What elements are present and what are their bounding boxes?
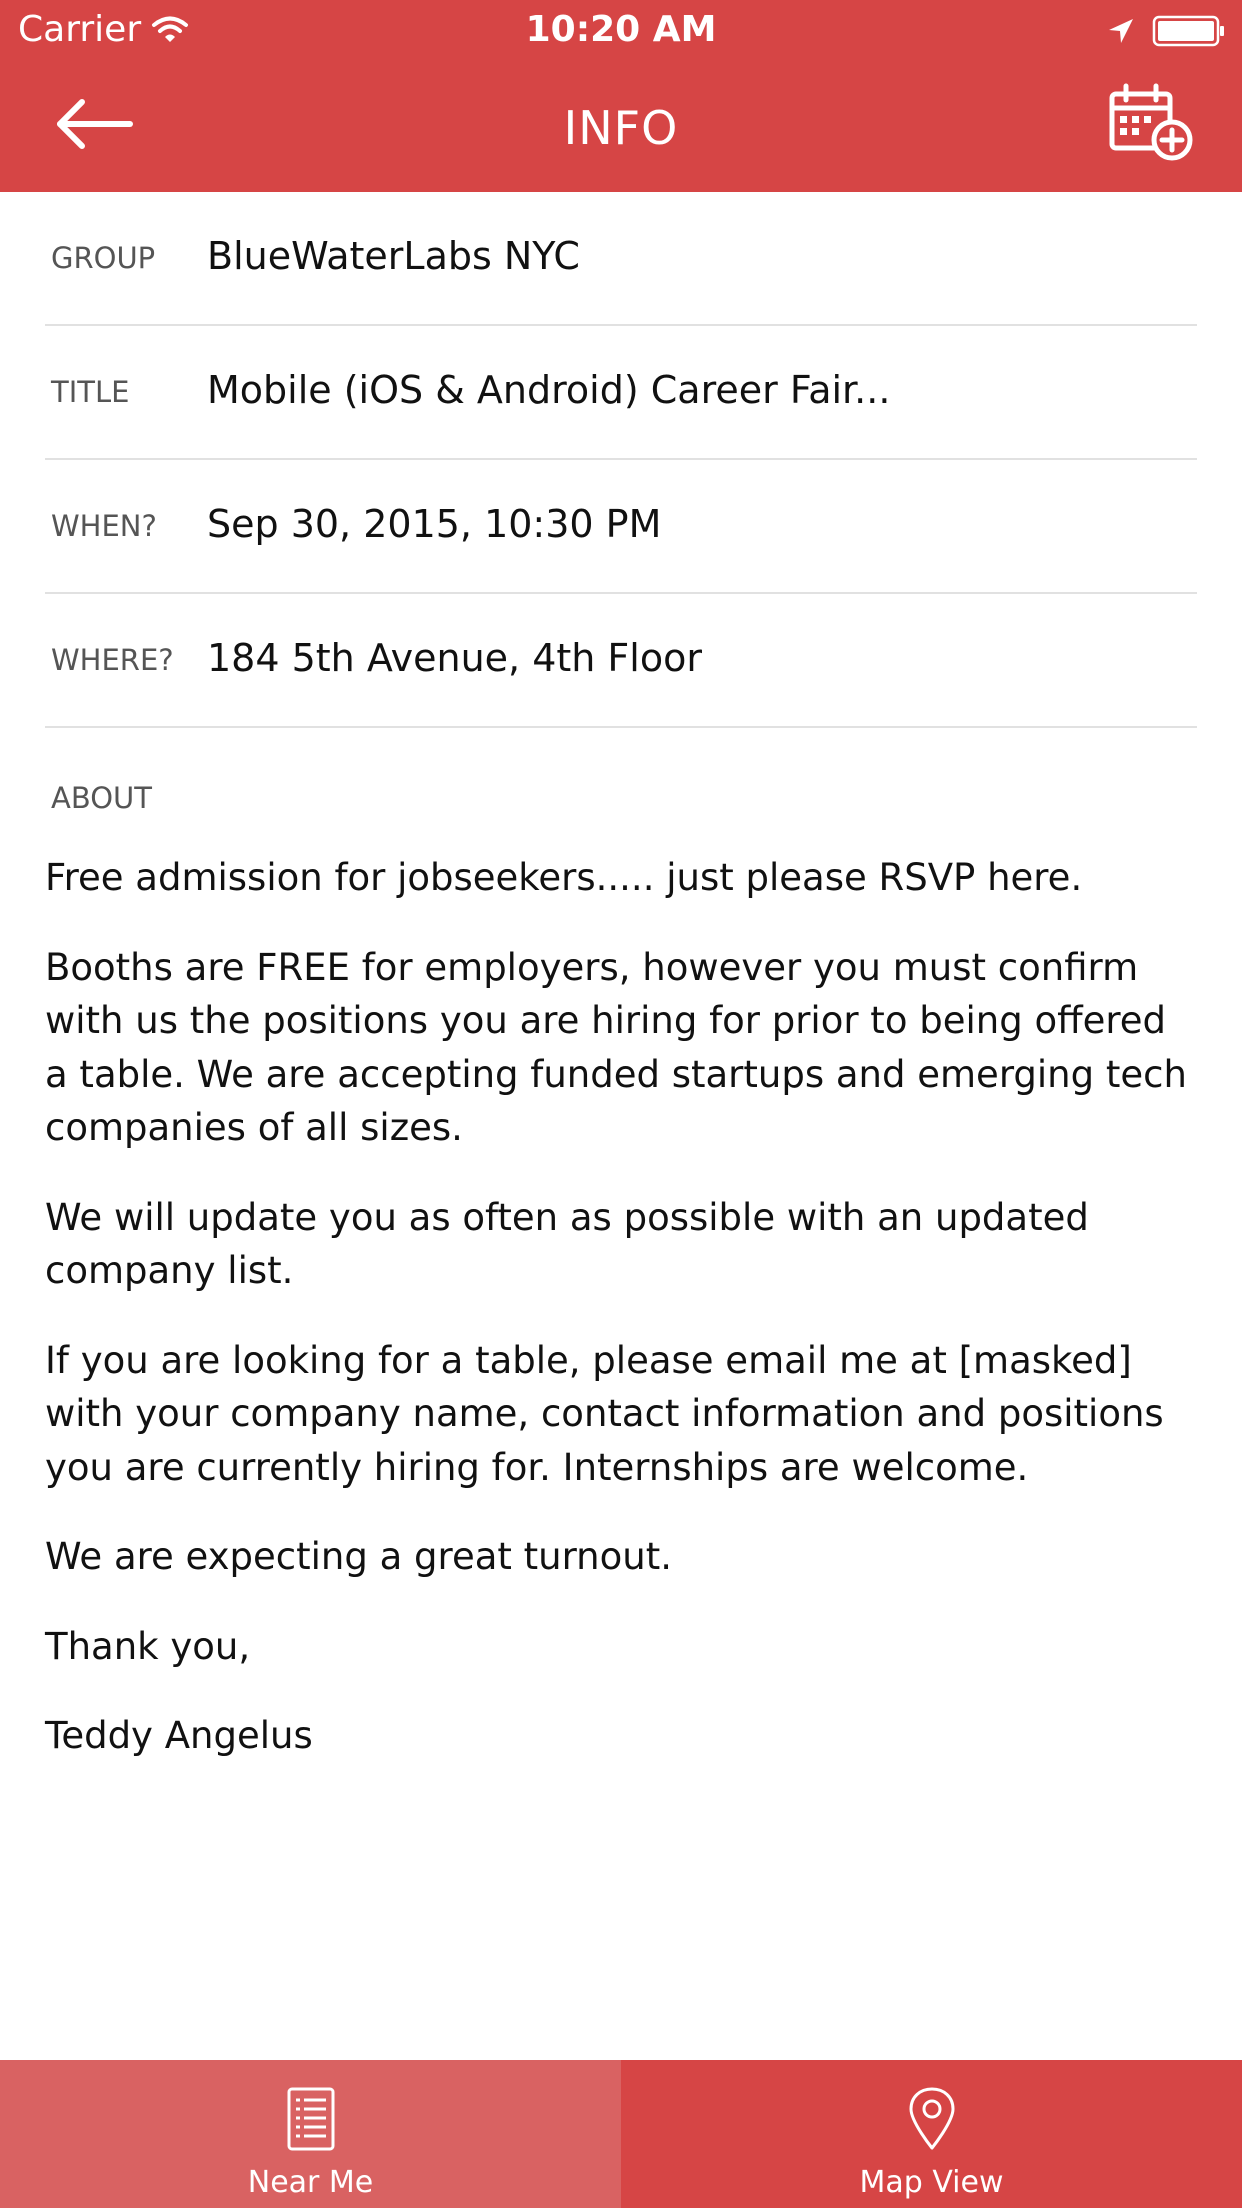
about-paragraph: We are expecting a great turnout. bbox=[45, 1535, 672, 1578]
page-title: INFO bbox=[563, 101, 679, 155]
about-description: Free admission for jobseekers..... just … bbox=[45, 851, 1197, 1799]
where-label: WHERE? bbox=[51, 643, 174, 677]
bottom-tab-bar: Near Me Map View bbox=[0, 2060, 1242, 2208]
info-row-title: TITLE Mobile (iOS & Android) Career Fair… bbox=[45, 326, 1197, 460]
event-info-list: GROUP BlueWaterLabs NYC TITLE Mobile (iO… bbox=[45, 192, 1197, 728]
about-paragraph: If you are looking for a table, please e… bbox=[45, 1338, 1164, 1489]
add-to-calendar-button[interactable] bbox=[1102, 80, 1202, 170]
list-document-icon bbox=[0, 2086, 621, 2152]
event-info-screen: Carrier 10:20 AM INFO GROUP BlueWaterLab… bbox=[0, 0, 1242, 2208]
info-row-where: WHERE? 184 5th Avenue, 4th Floor bbox=[45, 594, 1197, 728]
status-bar: Carrier 10:20 AM bbox=[0, 0, 1242, 60]
where-value: 184 5th Avenue, 4th Floor bbox=[207, 636, 702, 680]
info-row-group: GROUP BlueWaterLabs NYC bbox=[45, 192, 1197, 326]
location-arrow-icon bbox=[1106, 16, 1136, 46]
group-value: BlueWaterLabs NYC bbox=[207, 234, 580, 278]
about-paragraph: Thank you, bbox=[45, 1624, 251, 1668]
map-pin-icon bbox=[621, 2086, 1242, 2152]
when-value: Sep 30, 2015, 10:30 PM bbox=[207, 502, 662, 546]
about-paragraph: We will update you as often as possible … bbox=[45, 1195, 1089, 1293]
about-paragraph: Teddy Angelus bbox=[45, 1714, 313, 1757]
about-heading: ABOUT bbox=[51, 781, 152, 815]
group-label: GROUP bbox=[51, 241, 156, 275]
tab-near-me[interactable]: Near Me bbox=[0, 2060, 621, 2208]
about-paragraph: Booths are FREE for employers, however y… bbox=[45, 945, 1187, 1150]
tab-near-me-label: Near Me bbox=[247, 2165, 374, 2200]
battery-icon bbox=[1152, 14, 1226, 48]
navigation-header: Carrier 10:20 AM INFO bbox=[0, 0, 1242, 192]
title-value: Mobile (iOS & Android) Career Fair... bbox=[207, 368, 891, 412]
info-row-when: WHEN? Sep 30, 2015, 10:30 PM bbox=[45, 460, 1197, 594]
about-paragraph: Free admission for jobseekers..... just … bbox=[45, 856, 1083, 899]
status-time: 10:20 AM bbox=[525, 9, 717, 50]
calendar-add-icon bbox=[1109, 83, 1193, 161]
title-label: TITLE bbox=[51, 375, 130, 409]
when-label: WHEN? bbox=[51, 509, 157, 543]
tab-map-view[interactable]: Map View bbox=[621, 2060, 1242, 2208]
tab-map-view-label: Map View bbox=[859, 2165, 1004, 2200]
